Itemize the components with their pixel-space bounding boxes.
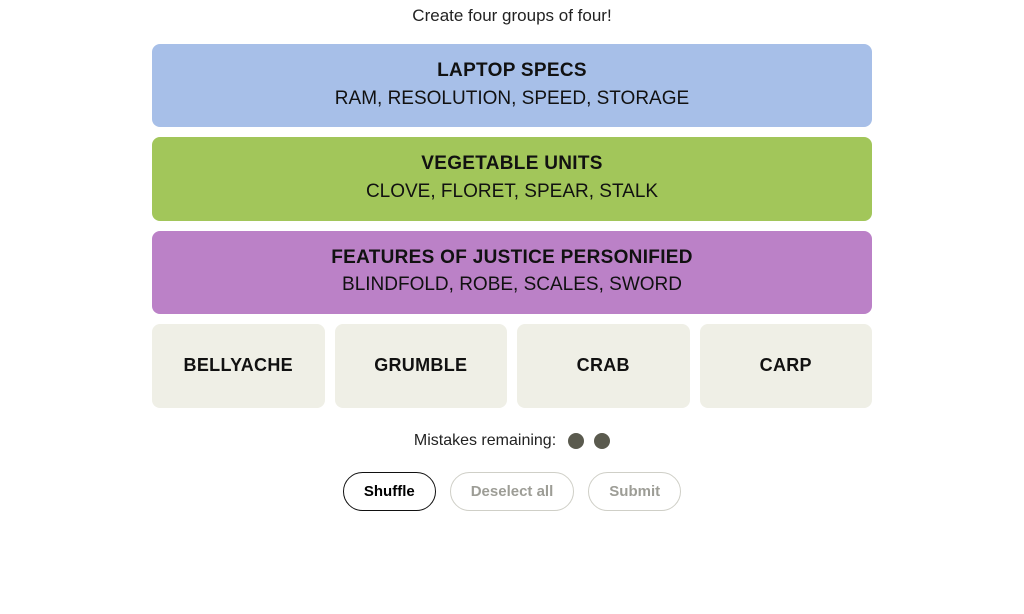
deselect-button[interactable]: Deselect all: [450, 472, 575, 511]
board: LAPTOP SPECS RAM, RESOLUTION, SPEED, STO…: [152, 44, 872, 408]
mistake-dot: [568, 433, 584, 449]
tile-row: BELLYACHE GRUMBLE CRAB CARP: [152, 324, 872, 408]
solved-words: BLINDFOLD, ROBE, SCALES, SWORD: [164, 272, 860, 298]
solved-group-green: VEGETABLE UNITS CLOVE, FLORET, SPEAR, ST…: [152, 137, 872, 220]
mistake-dot: [594, 433, 610, 449]
shuffle-button[interactable]: Shuffle: [343, 472, 436, 511]
solved-group-blue: LAPTOP SPECS RAM, RESOLUTION, SPEED, STO…: [152, 44, 872, 127]
solved-category: VEGETABLE UNITS: [164, 151, 860, 177]
submit-button[interactable]: Submit: [588, 472, 681, 511]
mistakes-remaining: Mistakes remaining:: [152, 432, 872, 450]
solved-category: FEATURES OF JUSTICE PERSONIFIED: [164, 245, 860, 271]
word-tile[interactable]: BELLYACHE: [152, 324, 325, 408]
instruction-text: Create four groups of four!: [152, 6, 872, 26]
solved-category: LAPTOP SPECS: [164, 58, 860, 84]
word-tile[interactable]: CARP: [700, 324, 873, 408]
solved-group-purple: FEATURES OF JUSTICE PERSONIFIED BLINDFOL…: [152, 231, 872, 314]
mistakes-label: Mistakes remaining:: [414, 432, 556, 450]
word-tile[interactable]: CRAB: [517, 324, 690, 408]
mistake-dots: [568, 433, 610, 449]
controls: Shuffle Deselect all Submit: [152, 472, 872, 511]
solved-words: CLOVE, FLORET, SPEAR, STALK: [164, 179, 860, 205]
word-tile[interactable]: GRUMBLE: [335, 324, 508, 408]
game-root: Create four groups of four! LAPTOP SPECS…: [152, 0, 872, 511]
solved-words: RAM, RESOLUTION, SPEED, STORAGE: [164, 86, 860, 112]
